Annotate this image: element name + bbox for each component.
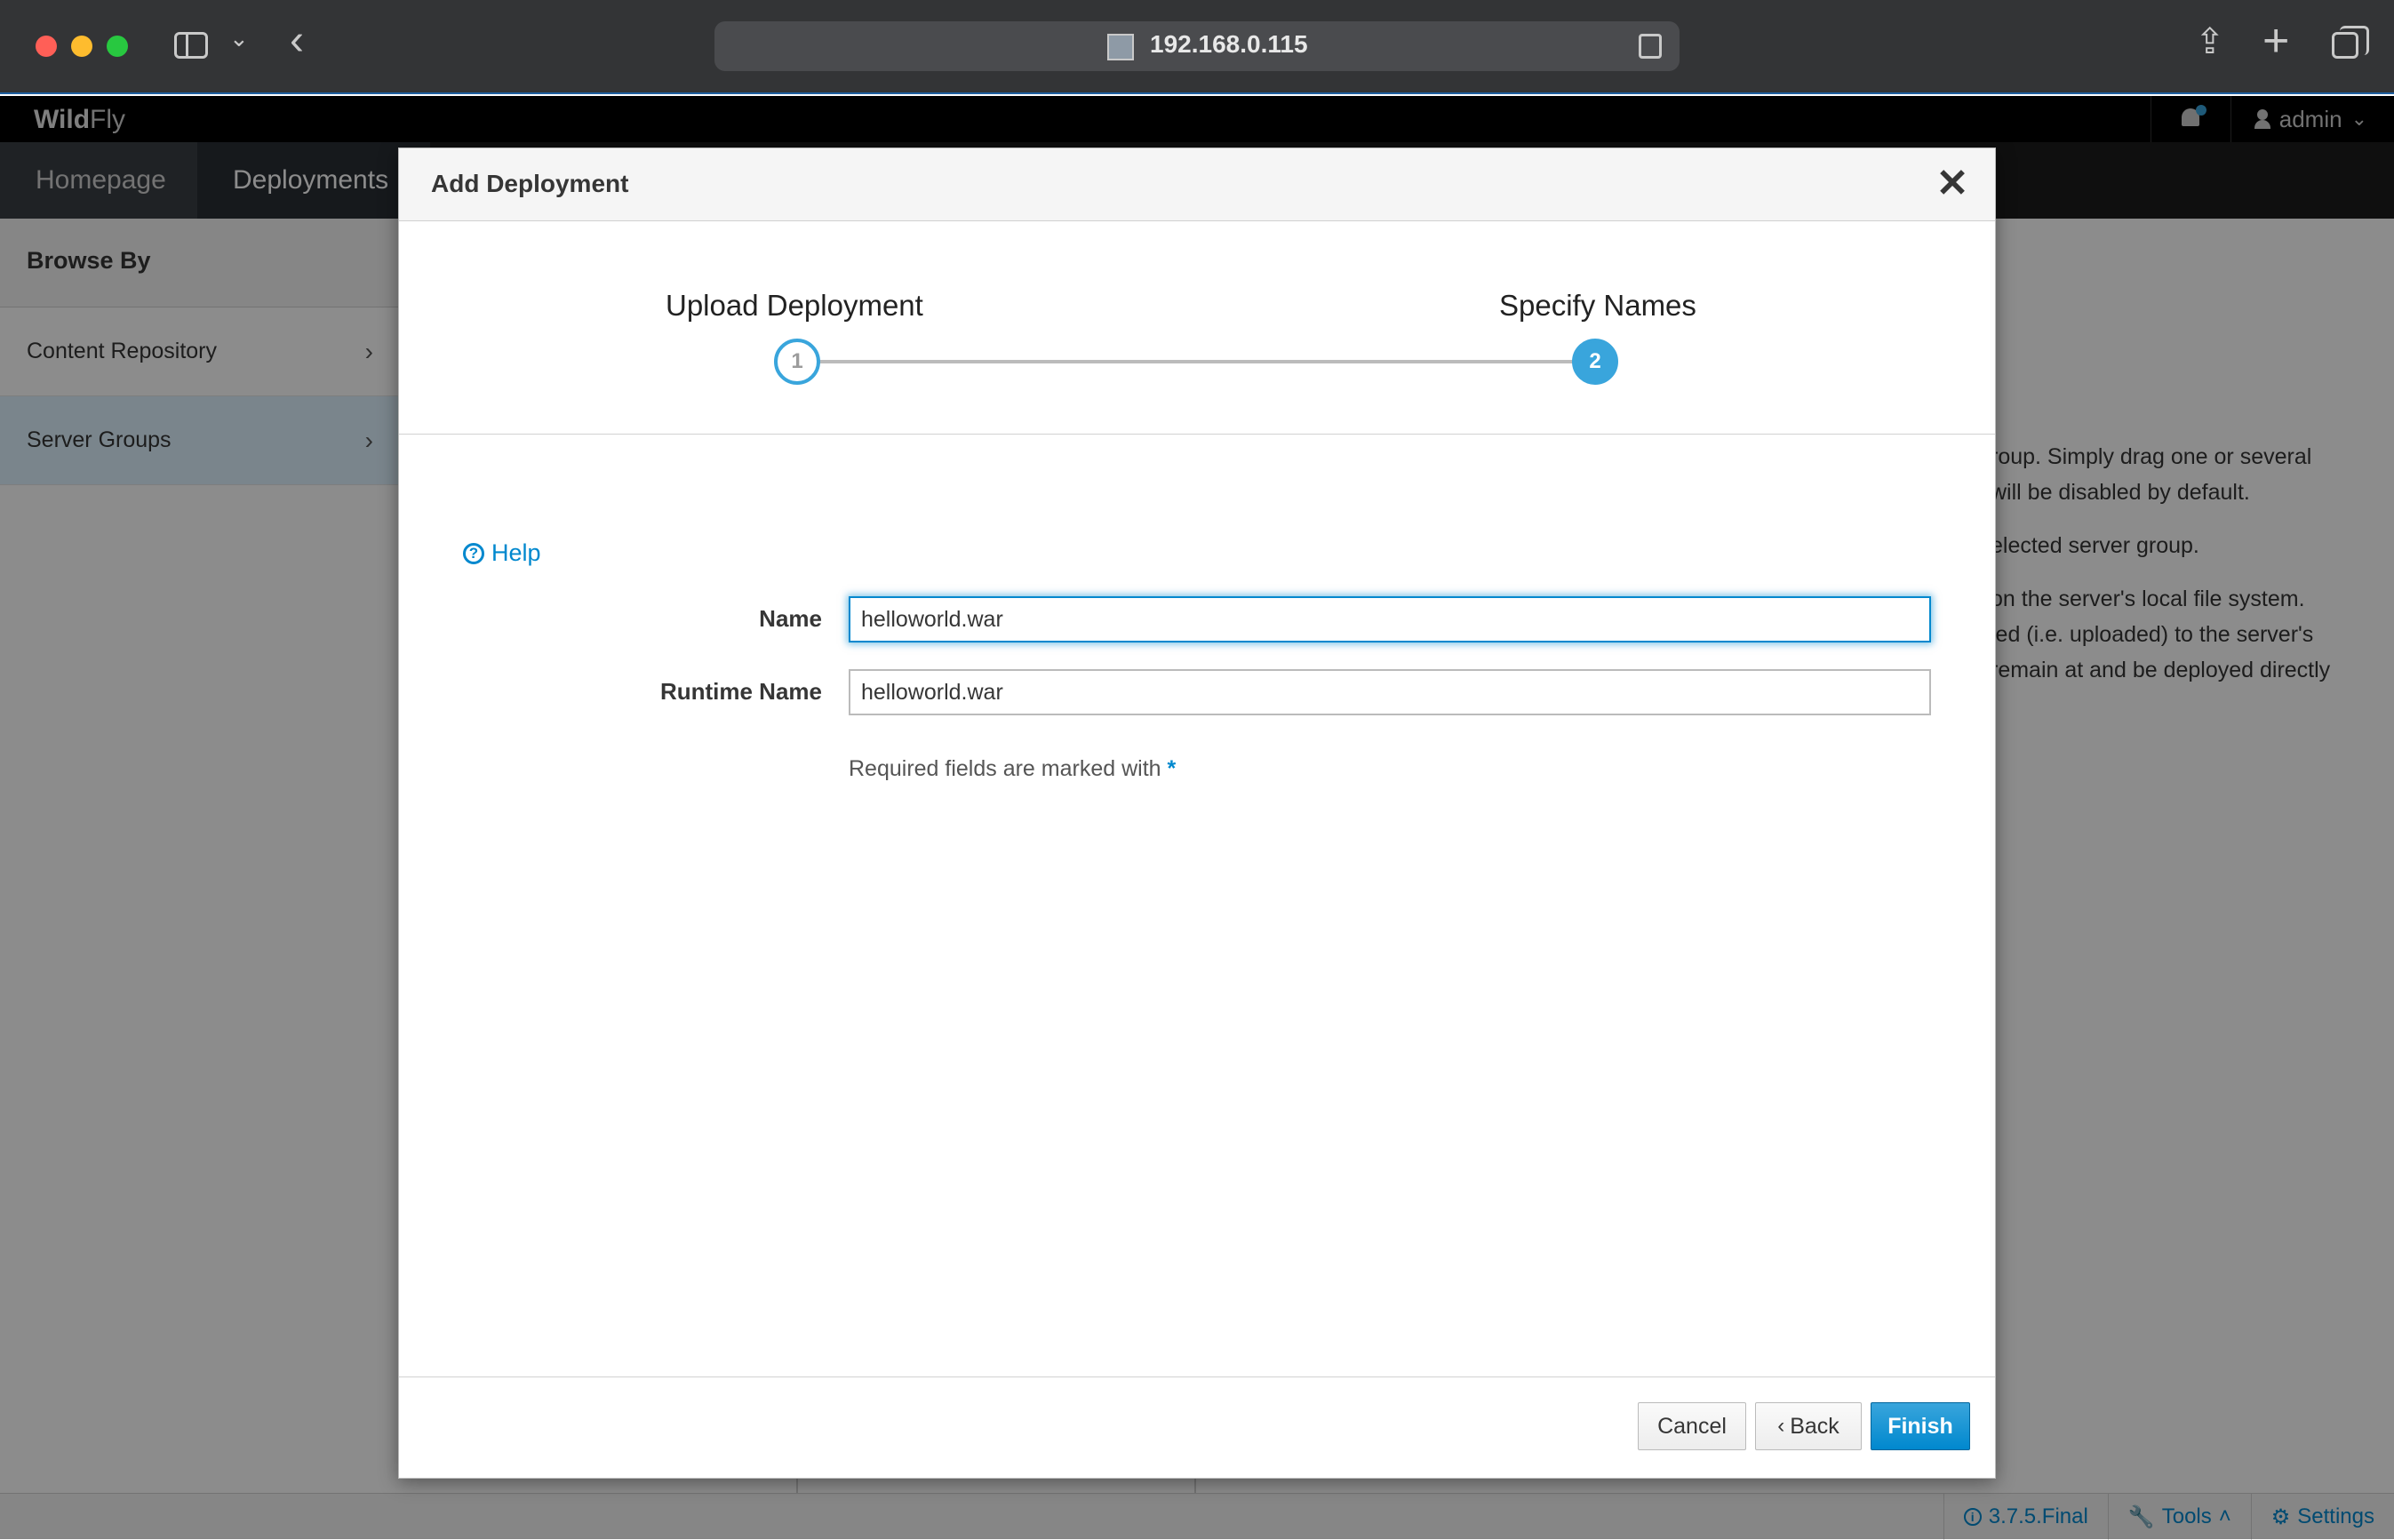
chevron-down-icon[interactable]: ⌄ [229,25,249,52]
sidebar-toggle-icon[interactable] [174,32,208,59]
dialog-title: Add Deployment [431,170,629,197]
close-icon[interactable]: ✕ [1931,163,1974,205]
add-deployment-dialog: Add Deployment ✕ Upload Deployment Speci… [398,148,1996,1479]
url-text: 192.168.0.115 [1150,30,1308,58]
cancel-button[interactable]: Cancel [1638,1402,1746,1450]
help-link[interactable]: ? Help [463,539,541,567]
site-favicon-icon [1107,34,1134,60]
wizard-progress-line [797,360,1597,363]
step-2-indicator: 2 [1572,339,1618,385]
step-upload-deployment-label: Upload Deployment [666,289,923,322]
help-icon: ? [463,542,484,564]
name-label: Name [759,605,822,632]
dialog-header: Add Deployment ✕ [399,148,1995,221]
back-arrow-icon[interactable]: ‹ [290,16,304,65]
finish-button[interactable]: Finish [1871,1402,1970,1450]
tab-overview-icon[interactable] [2332,26,2369,59]
chevron-left-icon: ‹ [1777,1414,1785,1438]
step-specify-names-label: Specify Names [1499,289,1696,322]
required-note-text: Required fields are marked with [849,756,1161,781]
new-tab-icon[interactable]: + [2262,14,2289,68]
browser-toolbar: ⌄ ‹ 192.168.0.115 ⇪ + [0,0,2394,94]
close-window-button[interactable] [36,36,57,57]
name-input[interactable] [849,596,1931,642]
dialog-footer: Cancel ‹ Back Finish [399,1376,1995,1478]
maximize-window-button[interactable] [107,36,128,57]
runtime-name-input[interactable] [849,669,1931,715]
step-1-indicator[interactable]: 1 [774,339,820,385]
share-icon[interactable]: ⇪ [2195,21,2225,62]
address-bar[interactable]: 192.168.0.115 [714,21,1680,71]
required-fields-note: Required fields are marked with * [849,756,1176,782]
back-button[interactable]: ‹ Back [1755,1402,1862,1450]
runtime-name-label: Runtime Name [659,678,822,705]
wizard-steps: Upload Deployment Specify Names 1 2 [399,221,1995,435]
minimize-window-button[interactable] [71,36,92,57]
required-star: * [1167,756,1177,781]
back-label: Back [1790,1413,1839,1439]
help-label: Help [491,539,541,566]
reader-mode-icon[interactable] [1639,34,1662,59]
